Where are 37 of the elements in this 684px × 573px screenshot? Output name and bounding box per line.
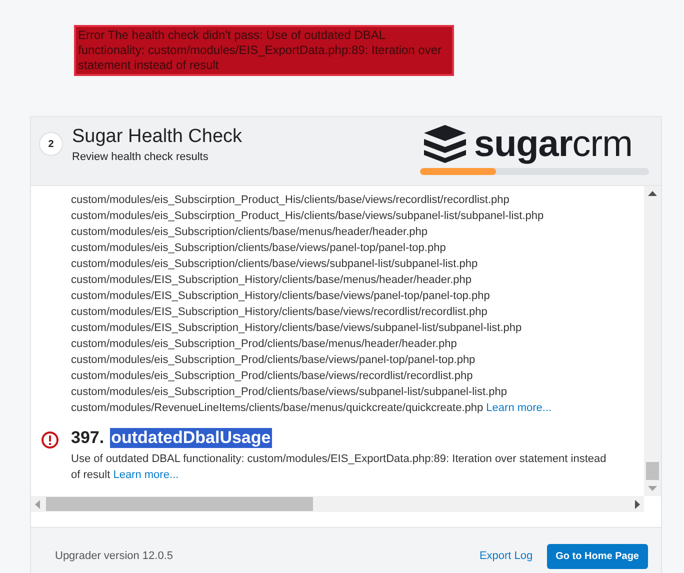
page-subtitle: Review health check results	[72, 151, 210, 163]
file-path: custom/modules/EIS_Subscription_History/clients/base/views/subpanel-list/subpanel-list.php	[71, 321, 523, 336]
file-path: custom/modules/EIS_Subscription_History/clients/base/views/recordlist/recordlist.php	[71, 305, 488, 320]
file-path: custom/modules/eis_Subscription/clients/base/menus/header/header.php	[71, 225, 428, 240]
file-path: custom/modules/RevenueLineItems/clients/base/menus/quickcreate/quickcreate.php Learn more...	[71, 401, 553, 416]
stacked-layers-icon	[424, 125, 466, 163]
horizontal-scrollbar[interactable]	[31, 496, 644, 512]
file-path: custom/modules/eis_Subscription/clients/base/views/panel-top/panel-top.php	[71, 241, 447, 256]
home-page-button[interactable]: Go to Home Page	[546, 544, 648, 569]
file-path: custom/modules/eis_Subscription_Prod/clients/base/views/panel-top/panel-top.php	[71, 353, 476, 368]
vertical-scrollbar[interactable]	[644, 186, 661, 496]
scroll-thumb[interactable]	[646, 462, 659, 480]
file-path: custom/modules/eis_Subscription_Prod/clients/base/views/subpanel-list/subpanel-list.php	[71, 385, 508, 400]
scroll-up-icon[interactable]	[648, 191, 657, 196]
logo-text: sugarcrm	[474, 124, 632, 164]
scroll-left-icon[interactable]	[35, 500, 40, 508]
issue-description: Use of outdated DBAL functionality: custom/modules/EIS_ExportData.php:89: Iteration over statement instead of result Learn more...	[71, 452, 608, 483]
page-title: Sugar Health Check	[72, 126, 242, 148]
file-path: custom/modules/eis_Subscription_Prod/clients/base/views/recordlist/recordlist.php	[71, 369, 474, 384]
export-log-link[interactable]: Export Log	[479, 550, 533, 562]
error-banner: Error The health check didn't pass: Use of outdated DBAL functionality: custom/modules/EIS_ExportData.php:89: Iteration over statement instead of result	[74, 25, 454, 76]
file-path: custom/modules/EIS_Subscription_History/clients/base/menus/header/header.php	[71, 273, 473, 288]
file-path: custom/modules/eis_Subscirption_Product_His/clients/base/views/recordlist/recordlist.php	[71, 193, 510, 208]
file-path: custom/modules/eis_Subscription_Prod/clients/base/menus/header/header.php	[71, 337, 458, 352]
issue-name: outdatedDbalUsage	[110, 428, 272, 448]
step-number: 2	[39, 132, 63, 156]
scroll-right-icon[interactable]	[635, 500, 640, 508]
scroll-thumb[interactable]	[46, 497, 313, 511]
file-path: custom/modules/EIS_Subscription_History/clients/base/views/panel-top/panel-top.php	[71, 289, 491, 304]
learn-more-link[interactable]: Learn more...	[113, 469, 179, 481]
file-path: custom/modules/eis_Subscription/clients/base/views/subpanel-list/subpanel-list.php	[71, 257, 479, 272]
learn-more-link[interactable]: Learn more...	[486, 402, 552, 414]
alert-icon	[41, 431, 59, 449]
scroll-down-icon[interactable]	[648, 486, 657, 491]
issue-number: 397.	[71, 428, 104, 448]
version-label: Upgrader version 12.0.5	[55, 550, 174, 562]
file-path: custom/modules/eis_Subscirption_Product_His/clients/base/views/subpanel-list/subpanel-list.php	[71, 209, 545, 224]
